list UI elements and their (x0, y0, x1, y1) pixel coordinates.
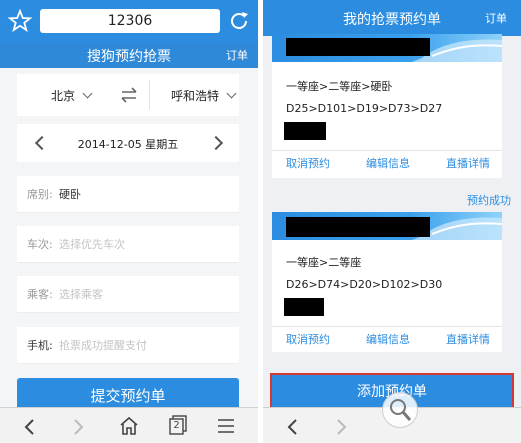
right-screen: 我的抢票预约单 订单 一等座>二等座>硬卧 D25>D101>D19>D73>D… (263, 0, 521, 443)
orders-link[interactable]: 订单 (485, 10, 507, 26)
order-card-header (272, 212, 502, 240)
orders-link[interactable]: 订单 (226, 47, 248, 63)
edit-info-button[interactable]: 编辑信息 (366, 331, 410, 347)
chevron-down-icon (82, 88, 93, 98)
live-details-button[interactable]: 直播详情 (446, 331, 490, 347)
back-icon[interactable] (285, 418, 299, 440)
browser-address-bar: 12306 (0, 0, 258, 42)
swap-icon[interactable] (119, 84, 139, 106)
cancel-order-button[interactable]: 取消预约 (286, 331, 330, 347)
tab-count: 2 (173, 420, 180, 431)
edit-info-button[interactable]: 编辑信息 (366, 155, 410, 171)
from-station-select[interactable]: 北京 (51, 74, 93, 116)
seat-classes: 一等座>二等座>硬卧 (286, 80, 393, 93)
star-icon[interactable] (7, 8, 33, 34)
left-screen: 12306 搜狗预约抢票 订单 北京 呼和浩特 2014-12-05 星期五 席… (0, 0, 258, 443)
seat-classes: 一等座>二等座 (286, 256, 362, 269)
divider (149, 80, 150, 110)
order-card-header (272, 34, 502, 62)
address-input[interactable]: 12306 (40, 9, 220, 33)
menu-icon[interactable] (216, 417, 236, 439)
redacted-passenger (284, 122, 326, 140)
seat-class-field[interactable]: 席别: 硬卧 (17, 176, 239, 213)
redacted-passenger (284, 298, 324, 316)
date-selector: 2014-12-05 星期五 (17, 124, 239, 162)
order-actions: 取消预约 编辑信息 直播详情 (272, 150, 502, 173)
magnifier-watermark-icon (382, 392, 418, 428)
redacted-route (286, 217, 430, 237)
train-list: D25>D101>D19>D73>D27 (286, 102, 443, 115)
order-card: 一等座>二等座>硬卧 D25>D101>D19>D73>D27 取消预约 编辑信… (272, 34, 502, 178)
page-header: 搜狗预约抢票 订单 (0, 42, 258, 68)
passenger-field[interactable]: 乘客: 选择乘客 (17, 276, 239, 313)
phone-field[interactable]: 手机: 抢票成功提醒支付 (17, 327, 239, 364)
live-details-button[interactable]: 直播详情 (446, 155, 490, 171)
train-number-field[interactable]: 车次: 选择优先车次 (17, 226, 239, 263)
chevron-down-icon (226, 88, 237, 98)
home-icon[interactable] (118, 415, 140, 441)
status-badge: 预约成功 (467, 194, 511, 207)
to-station-select[interactable]: 呼和浩特 (171, 74, 237, 116)
station-selector: 北京 呼和浩特 (17, 74, 239, 116)
browser-toolbar: 2 (0, 407, 258, 443)
date-label[interactable]: 2014-12-05 星期五 (17, 136, 239, 152)
order-actions: 取消预约 编辑信息 直播详情 (272, 326, 502, 349)
forward-icon[interactable] (335, 418, 349, 440)
refresh-icon[interactable] (226, 8, 252, 34)
redacted-route (286, 38, 430, 56)
page-header: 我的抢票预约单 订单 (263, 0, 521, 36)
page-title: 搜狗预约抢票 (87, 49, 171, 65)
tabs-icon[interactable]: 2 (168, 414, 188, 436)
back-icon[interactable] (22, 418, 36, 440)
forward-icon[interactable] (72, 418, 86, 440)
page-title: 我的抢票预约单 (343, 12, 441, 28)
cancel-order-button[interactable]: 取消预约 (286, 155, 330, 171)
order-card: 一等座>二等座 D26>D74>D20>D102>D30 取消预约 编辑信息 直… (272, 212, 502, 352)
train-list: D26>D74>D20>D102>D30 (286, 278, 443, 291)
